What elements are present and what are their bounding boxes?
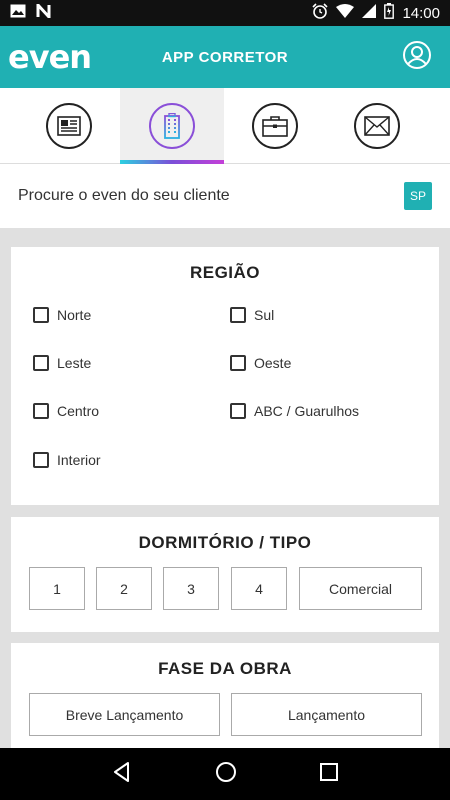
checkbox-centro[interactable]: Centro — [33, 403, 99, 419]
dorm-option-1[interactable]: 1 — [29, 567, 85, 610]
signal-icon — [362, 4, 377, 22]
dormitorio-card: DORMITÓRIO / TIPO 1 2 3 4 Comercial — [11, 517, 439, 632]
dorm-option-comercial[interactable]: Comercial — [299, 567, 422, 610]
dorm-option-3[interactable]: 3 — [163, 567, 219, 610]
newspaper-icon — [46, 103, 92, 149]
regiao-title: REGIÃO — [189, 263, 261, 282]
building-icon — [149, 103, 195, 149]
regiao-card: REGIÃO Norte Sul Leste Oeste Centro ABC … — [11, 247, 439, 505]
status-time: 14:00 — [402, 4, 440, 22]
checkbox-box[interactable] — [230, 307, 246, 323]
checkbox-box[interactable] — [33, 307, 49, 323]
image-icon — [10, 4, 26, 23]
checkbox-label: Interior — [57, 452, 101, 468]
checkbox-interior[interactable]: Interior — [33, 452, 101, 468]
tab-buildings[interactable] — [120, 88, 224, 164]
search-label: Procure o even do seu cliente — [18, 187, 230, 204]
checkbox-box[interactable] — [33, 403, 49, 419]
checkbox-box[interactable] — [230, 355, 246, 371]
checkbox-abc-guarulhos[interactable]: ABC / Guarulhos — [230, 403, 359, 419]
tab-briefcase[interactable] — [224, 88, 326, 164]
checkbox-box[interactable] — [33, 355, 49, 371]
dorm-option-2[interactable]: 2 — [96, 567, 152, 610]
home-icon[interactable] — [215, 761, 237, 788]
checkbox-oeste[interactable]: Oeste — [230, 355, 291, 371]
checkbox-label: Sul — [254, 307, 275, 323]
fase-option-breve-lancamento[interactable]: Breve Lançamento — [29, 693, 220, 736]
status-bar: 14:00 — [0, 0, 450, 26]
fase-title: FASE DA OBRA — [158, 659, 292, 678]
tab-bar — [0, 88, 450, 164]
state-select-button[interactable]: SP — [404, 182, 432, 210]
recents-icon[interactable] — [319, 762, 339, 787]
dorm-option-4[interactable]: 4 — [231, 567, 287, 610]
tab-contact[interactable] — [326, 88, 428, 164]
profile-icon[interactable] — [402, 40, 432, 70]
wifi-icon — [336, 4, 355, 22]
checkbox-box[interactable] — [33, 452, 49, 468]
checkbox-label: Oeste — [254, 355, 292, 371]
n-icon — [36, 0, 52, 23]
app-bar: even APP CORRETOR — [0, 26, 450, 88]
back-icon[interactable] — [111, 761, 133, 788]
checkbox-label: Leste — [57, 355, 92, 371]
nav-bar — [0, 748, 450, 800]
fase-option-lancamento[interactable]: Lançamento — [231, 693, 422, 736]
checkbox-label: Centro — [57, 403, 100, 419]
tab-news[interactable] — [18, 88, 120, 164]
checkbox-label: ABC / Guarulhos — [254, 403, 360, 419]
checkbox-norte[interactable]: Norte — [33, 307, 91, 323]
envelope-icon — [354, 103, 400, 149]
even-logo: even — [8, 38, 92, 76]
checkbox-leste[interactable]: Leste — [33, 355, 91, 371]
dormitorio-title: DORMITÓRIO / TIPO — [138, 533, 312, 552]
alarm-icon — [312, 3, 329, 23]
search-row[interactable]: Procure o even do seu cliente SP — [0, 164, 450, 228]
checkbox-box[interactable] — [230, 403, 246, 419]
checkbox-sul[interactable]: Sul — [230, 307, 274, 323]
battery-icon — [384, 3, 395, 23]
fase-card: FASE DA OBRA Breve Lançamento Lançamento — [11, 643, 439, 753]
checkbox-label: Norte — [57, 307, 92, 323]
briefcase-icon — [252, 103, 298, 149]
